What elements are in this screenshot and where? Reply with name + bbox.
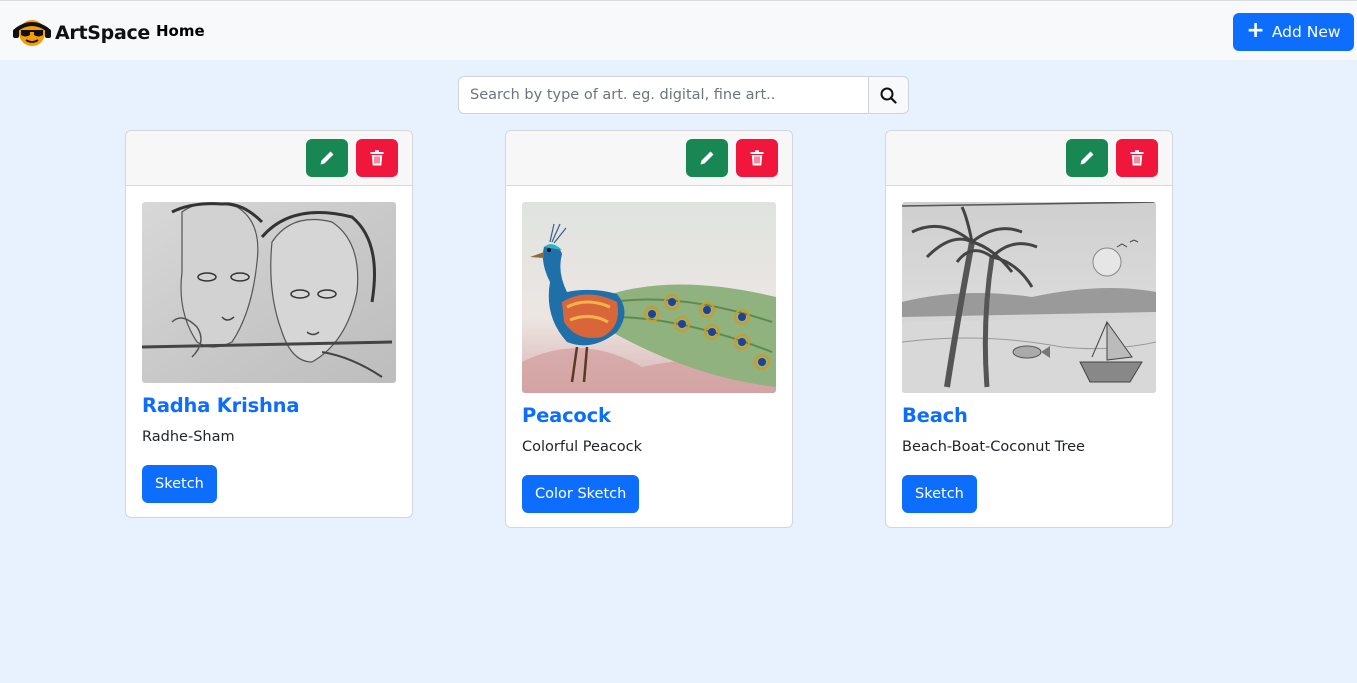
plus-icon: + — [1246, 18, 1265, 43]
trash-icon — [370, 150, 384, 166]
card-header — [126, 131, 412, 186]
card-title[interactable]: Peacock — [522, 404, 776, 428]
nav-link-home[interactable]: Home — [156, 22, 205, 40]
search-bar — [458, 76, 909, 114]
card-description: Beach-Boat-Coconut Tree — [902, 439, 1085, 455]
category-button[interactable]: Color Sketch — [522, 475, 640, 513]
pencil-sketch-portrait-image — [142, 202, 396, 383]
pencil-icon — [320, 151, 334, 165]
navbar: ArtSpace Home + Add New — [0, 0, 1357, 60]
card-header — [886, 131, 1172, 186]
card-description: Colorful Peacock — [522, 439, 643, 455]
trash-icon — [750, 150, 764, 166]
edit-button[interactable] — [686, 139, 728, 177]
delete-button[interactable] — [356, 139, 398, 177]
card-body: Beach Beach-Boat-Coconut Tree Sketch — [886, 186, 1172, 527]
card-body: Peacock Colorful Peacock Color Sketch — [506, 186, 792, 527]
edit-button[interactable] — [1066, 139, 1108, 177]
add-new-label: Add New — [1271, 23, 1341, 41]
card-title[interactable]: Radha Krishna — [142, 394, 396, 418]
brand-name: ArtSpace — [55, 22, 151, 44]
delete-button[interactable] — [736, 139, 778, 177]
card-description: Radhe-Sham — [142, 429, 235, 445]
delete-button[interactable] — [1116, 139, 1158, 177]
beach-sketch-image — [902, 202, 1156, 393]
sunglasses-face-icon — [13, 20, 51, 46]
art-card: Beach Beach-Boat-Coconut Tree Sketch — [885, 130, 1173, 528]
search-button[interactable] — [868, 76, 909, 114]
edit-button[interactable] — [306, 139, 348, 177]
pencil-icon — [1080, 151, 1094, 165]
art-card: Peacock Colorful Peacock Color Sketch — [505, 130, 793, 528]
add-new-button[interactable]: + Add New — [1233, 13, 1354, 51]
brand[interactable]: ArtSpace — [12, 18, 150, 48]
category-button[interactable]: Sketch — [142, 465, 217, 503]
category-button[interactable]: Sketch — [902, 475, 977, 513]
card-header — [506, 131, 792, 186]
trash-icon — [1130, 150, 1144, 166]
search-icon — [880, 87, 897, 104]
pencil-icon — [700, 151, 714, 165]
peacock-painting-image — [522, 202, 776, 393]
art-card: Radha Krishna Radhe-Sham Sketch — [125, 130, 413, 518]
card-body: Radha Krishna Radhe-Sham Sketch — [126, 186, 412, 517]
search-input[interactable] — [458, 76, 868, 114]
card-title[interactable]: Beach — [902, 404, 1156, 428]
